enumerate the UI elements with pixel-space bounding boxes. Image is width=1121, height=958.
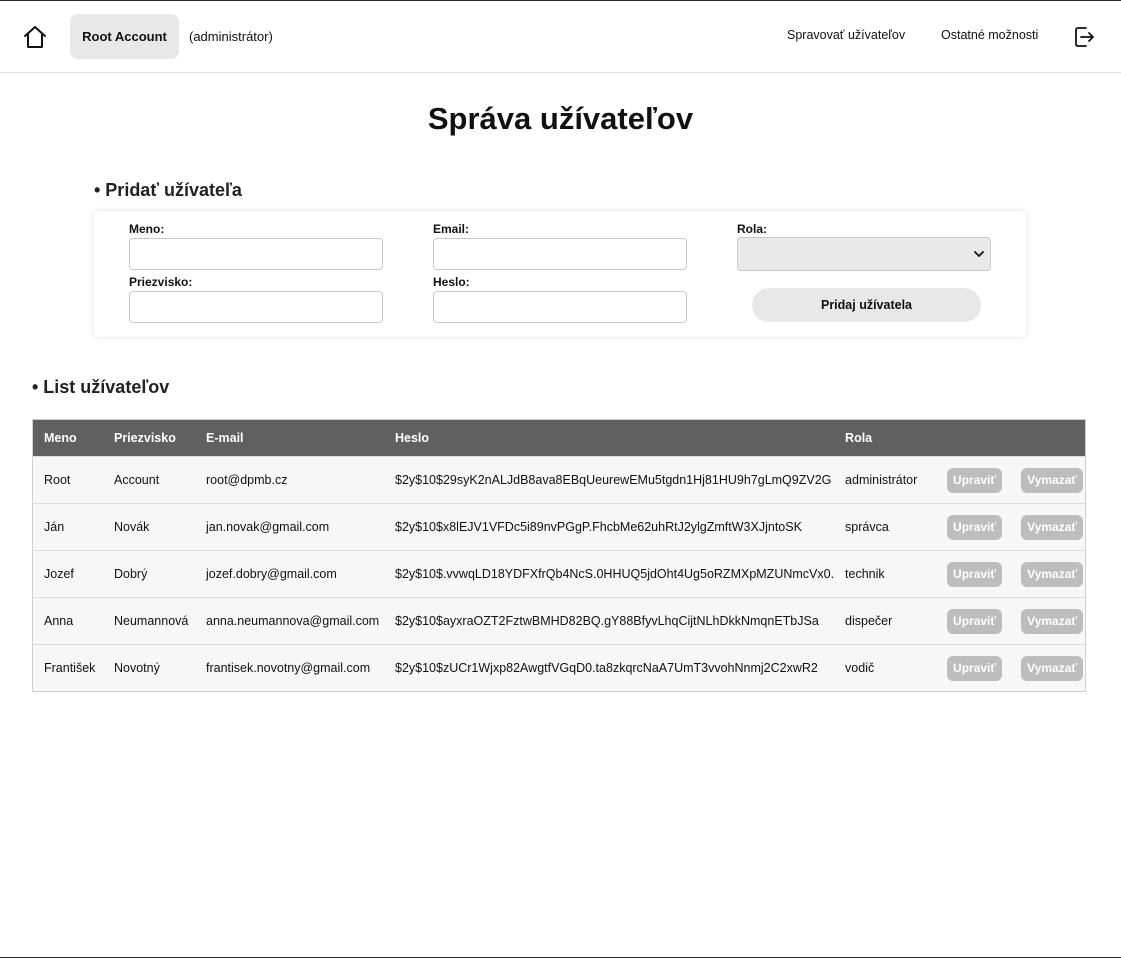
- table-header-row: Meno Priezvisko E-mail Heslo Rola: [32, 419, 1086, 457]
- delete-user-button[interactable]: Vymazať: [1021, 608, 1084, 634]
- cell-password: $2y$10$29syK2nALJdB8ava8EBqUeurewEMu5tgd…: [384, 456, 835, 504]
- edit-user-button[interactable]: Upraviť: [947, 608, 1003, 634]
- delete-user-button[interactable]: Vymazať: [1021, 514, 1084, 540]
- edit-user-button[interactable]: Upraviť: [947, 655, 1003, 681]
- cell-password: $2y$10$ayxraOZT2FztwBMHD82BQ.gY88BfyvLhq…: [384, 597, 835, 645]
- surname-input[interactable]: [129, 291, 383, 323]
- column-header-actions: [936, 419, 1086, 457]
- table-row: Root Account root@dpmb.cz $2y$10$29syK2nALJ…: [32, 456, 1086, 504]
- cell-surname: Dobrý: [103, 550, 195, 598]
- name-input[interactable]: [129, 238, 383, 270]
- users-table: Meno Priezvisko E-mail Heslo Rola Root Ac…: [32, 419, 1086, 692]
- cell-password: $2y$10$x8lEJV1VFDc5i89nvPGgP.FhcbMe62uhR…: [384, 503, 835, 551]
- cell-actions: Upraviť Vymazať: [936, 550, 1086, 598]
- nav-link-manage-users[interactable]: Spravovať užívateľov: [787, 28, 905, 42]
- nav-link-other-options[interactable]: Ostatné možnosti: [941, 28, 1038, 42]
- delete-user-button[interactable]: Vymazať: [1021, 561, 1084, 587]
- name-label: Meno:: [129, 222, 165, 236]
- cell-surname: Novák: [103, 503, 195, 551]
- add-user-heading: • Pridať užívateľa: [94, 180, 242, 200]
- user-list-heading: • List užívateľov: [32, 377, 170, 397]
- cell-password: $2y$10$.vvwqLD18YDFXfrQb4NcS.0HHUQ5jdOht…: [384, 550, 835, 598]
- cell-actions: Upraviť Vymazať: [936, 503, 1086, 551]
- delete-user-button[interactable]: Vymazať: [1021, 655, 1084, 681]
- password-input[interactable]: [433, 291, 687, 323]
- cell-email: anna.neumannova@gmail.com: [195, 597, 384, 645]
- cell-role: technik: [834, 550, 937, 598]
- edit-user-button[interactable]: Upraviť: [947, 514, 1003, 540]
- home-icon[interactable]: [22, 24, 48, 50]
- edit-user-button[interactable]: Upraviť: [947, 467, 1003, 493]
- chevron-down-icon: [974, 251, 984, 257]
- add-user-form: Meno: Priezvisko: Email: Heslo: Rola: Pr…: [94, 211, 1026, 337]
- column-header-password: Heslo: [384, 419, 835, 457]
- cell-name: Root: [32, 456, 103, 504]
- column-header-name: Meno: [32, 419, 103, 457]
- table-row: Ján Novák jan.novak@gmail.com $2y$10$x8lEJV…: [32, 503, 1086, 551]
- column-header-role: Rola: [834, 419, 937, 457]
- cell-surname: Neumannová: [103, 597, 195, 645]
- logout-icon[interactable]: [1074, 25, 1096, 49]
- column-header-email: E-mail: [195, 419, 384, 457]
- cell-password: $2y$10$zUCr1Wjxp82AwgtfVGqD0.ta8zkqrcNaA…: [384, 644, 835, 692]
- cell-email: jan.novak@gmail.com: [195, 503, 384, 551]
- table-row: Anna Neumannová anna.neumannova@gmail.com $…: [32, 597, 1086, 645]
- cell-surname: Novotný: [103, 644, 195, 692]
- cell-role: administrátor: [834, 456, 937, 504]
- column-header-surname: Priezvisko: [103, 419, 195, 457]
- cell-name: Jozef: [32, 550, 103, 598]
- cell-actions: Upraviť Vymazať: [936, 597, 1086, 645]
- email-label: Email:: [433, 222, 470, 236]
- cell-role: dispečer: [834, 597, 937, 645]
- cell-surname: Account: [103, 456, 195, 504]
- cell-actions: Upraviť Vymazať: [936, 456, 1086, 504]
- cell-email: frantisek.novotny@gmail.com: [195, 644, 384, 692]
- page-title: Správa užívateľov: [427, 101, 694, 136]
- delete-user-button[interactable]: Vymazať: [1021, 467, 1084, 493]
- table-row: František Novotný frantisek.novotny@gmail.…: [32, 644, 1086, 692]
- table-row: Jozef Dobrý jozef.dobry@gmail.com $2y$10$.v…: [32, 550, 1086, 598]
- cell-email: jozef.dobry@gmail.com: [195, 550, 384, 598]
- users-table-body: Root Account root@dpmb.cz $2y$10$29syK2nALJ…: [32, 456, 1086, 692]
- password-label: Heslo:: [433, 275, 470, 289]
- account-role-label: (administrátor): [189, 29, 273, 44]
- role-select[interactable]: [737, 237, 991, 271]
- role-label: Rola:: [737, 222, 767, 236]
- account-button[interactable]: Root Account: [70, 14, 179, 59]
- email-input[interactable]: [433, 238, 687, 270]
- cell-role: vodič: [834, 644, 937, 692]
- cell-email: root@dpmb.cz: [195, 456, 384, 504]
- surname-label: Priezvisko:: [129, 275, 193, 289]
- cell-name: Ján: [32, 503, 103, 551]
- cell-actions: Upraviť Vymazať: [936, 644, 1086, 692]
- cell-name: Anna: [32, 597, 103, 645]
- add-user-button[interactable]: Pridaj užívatela: [752, 288, 981, 322]
- cell-name: František: [32, 644, 103, 692]
- edit-user-button[interactable]: Upraviť: [947, 561, 1003, 587]
- top-navbar: Root Account (administrátor) Spravovať u…: [0, 1, 1121, 73]
- cell-role: správca: [834, 503, 937, 551]
